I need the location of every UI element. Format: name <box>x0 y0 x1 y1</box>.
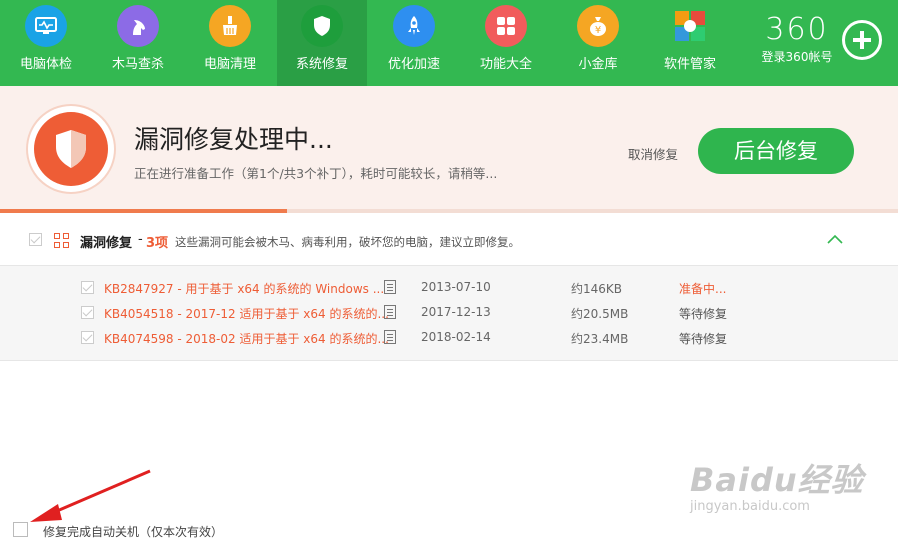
document-icon[interactable] <box>384 330 396 344</box>
nav-item-trojan-scan[interactable]: 木马查杀 <box>93 0 183 86</box>
broom-icon <box>209 5 251 47</box>
apps-icon <box>669 5 711 47</box>
patch-row[interactable]: KB4074598 - 2018-02 适用于基于 x64 的系统的... 20… <box>0 325 898 350</box>
nav-item-vault[interactable]: ¥ 小金库 <box>553 0 643 86</box>
money-bag-icon: ¥ <box>577 5 619 47</box>
watermark-main: Baidu经验 <box>690 461 864 499</box>
brand: 360 登录360帐号 <box>752 14 842 65</box>
watermark-sub: jingyan.baidu.com <box>690 499 810 514</box>
patch-checkbox[interactable] <box>81 281 94 294</box>
grid-icon <box>485 5 527 47</box>
patch-status: 准备中... <box>679 282 727 296</box>
shield-icon <box>301 5 343 47</box>
patch-size: 约146KB <box>571 282 623 296</box>
patch-list: KB2847927 - 用于基于 x64 的系统的 Windows ... 20… <box>0 266 898 361</box>
section-title: 漏洞修复 <box>80 236 133 251</box>
patch-name[interactable]: KB2847927 - 用于基于 x64 的系统的 Windows ... <box>104 280 384 297</box>
nav-label: 系统修复 <box>295 57 348 72</box>
patch-date: 2013-07-10 <box>421 280 491 294</box>
section-count: 3项 <box>146 236 169 251</box>
patch-status: 等待修复 <box>679 332 728 346</box>
shield-icon <box>56 130 86 168</box>
patch-size: 约23.4MB <box>571 332 629 346</box>
baidu-watermark: Baidu经验 jingyan.baidu.com <box>690 455 864 514</box>
nav-label: 优化加速 <box>387 57 440 72</box>
logo-360: 360 <box>765 12 829 47</box>
document-icon[interactable] <box>384 305 396 319</box>
chevron-up-icon[interactable] <box>826 233 844 245</box>
patch-date: 2018-02-14 <box>421 330 491 344</box>
status-subtitle: 正在进行准备工作（第1个/共3个补丁），耗时可能较长，请稍等... <box>134 166 498 181</box>
patch-size: 约20.5MB <box>571 307 629 321</box>
auto-shutdown-checkbox[interactable] <box>13 522 28 537</box>
vulnerability-section-header[interactable]: 漏洞修复 - 3项 这些漏洞可能会被木马、病毒利用，破坏您的电脑，建议立即修复。 <box>0 213 898 266</box>
monitor-icon <box>25 5 67 47</box>
login-link[interactable]: 登录360帐号 <box>752 48 842 65</box>
plus-icon[interactable] <box>842 20 882 60</box>
nav-item-cleanup[interactable]: 电脑清理 <box>185 0 275 86</box>
nav-label: 木马查杀 <box>111 57 164 72</box>
nav-label: 小金库 <box>578 57 618 72</box>
nav-label: 电脑体检 <box>19 57 72 72</box>
repair-status-panel: 漏洞修复处理中... 正在进行准备工作（第1个/共3个补丁），耗时可能较长，请稍… <box>0 86 898 213</box>
auto-shutdown-label[interactable]: 修复完成自动关机（仅本次有效） <box>43 523 223 540</box>
red-arrow-annotation <box>30 469 151 522</box>
patch-row[interactable]: KB4054518 - 2017-12 适用于基于 x64 的系统的... 20… <box>0 300 898 325</box>
patch-row[interactable]: KB2847927 - 用于基于 x64 的系统的 Windows ... 20… <box>0 275 898 300</box>
nav-label: 软件管家 <box>663 57 716 72</box>
status-title: 漏洞修复处理中... <box>134 125 333 154</box>
section-dash: - <box>138 232 143 247</box>
nav-item-speedup[interactable]: 优化加速 <box>369 0 459 86</box>
section-checkbox[interactable] <box>29 233 42 246</box>
nav-item-checkup[interactable]: 电脑体检 <box>1 0 91 86</box>
top-navigation-bar: 电脑体检 木马查杀 电脑清理 系统修复 优化加速 功能大全 ¥ 小金库 软件管家… <box>0 0 898 86</box>
svg-text:¥: ¥ <box>595 25 601 36</box>
patch-checkbox[interactable] <box>81 331 94 344</box>
nav-label: 电脑清理 <box>203 57 256 72</box>
status-shield <box>28 106 114 192</box>
patch-status: 等待修复 <box>679 307 728 321</box>
horse-icon <box>117 5 159 47</box>
nav-label: 功能大全 <box>479 57 532 72</box>
document-icon[interactable] <box>384 280 396 294</box>
nav-item-system-repair[interactable]: 系统修复 <box>277 0 367 86</box>
patch-name[interactable]: KB4074598 - 2018-02 适用于基于 x64 的系统的... <box>104 330 389 347</box>
cancel-repair-link[interactable]: 取消修复 <box>628 144 678 163</box>
patch-name[interactable]: KB4054518 - 2017-12 适用于基于 x64 的系统的... <box>104 305 389 322</box>
nav-item-features[interactable]: 功能大全 <box>461 0 551 86</box>
nav-item-software-manager[interactable]: 软件管家 <box>645 0 735 86</box>
section-description: 这些漏洞可能会被木马、病毒利用，破坏您的电脑，建议立即修复。 <box>175 235 520 249</box>
windows-icon <box>54 233 70 249</box>
background-repair-button[interactable]: 后台修复 <box>698 128 854 174</box>
patch-date: 2017-12-13 <box>421 305 491 319</box>
patch-checkbox[interactable] <box>81 306 94 319</box>
rocket-icon <box>393 5 435 47</box>
